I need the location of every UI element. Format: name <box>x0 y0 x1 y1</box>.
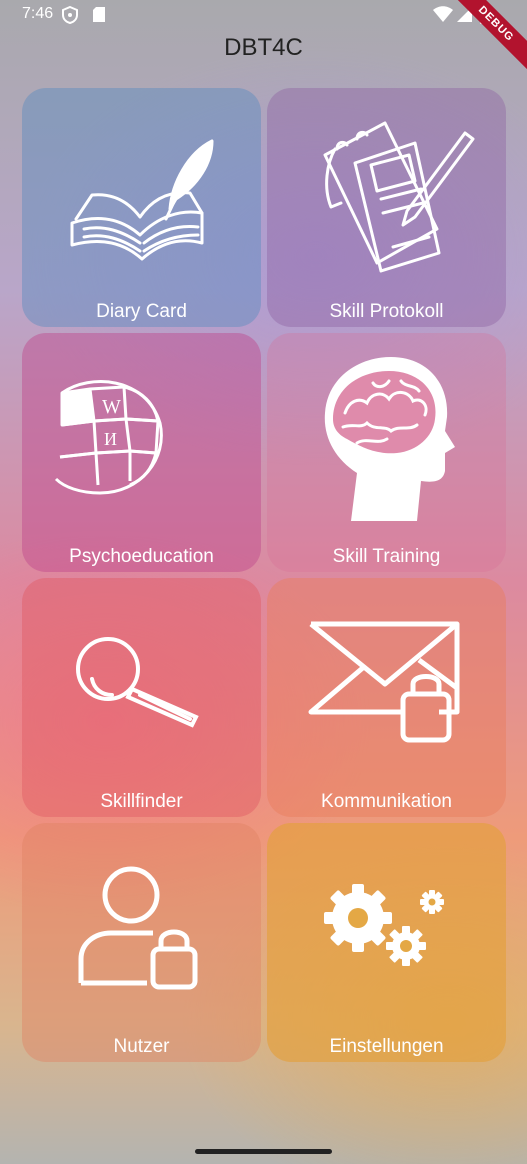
tile-skillfinder[interactable]: Skillfinder <box>22 578 261 817</box>
status-time: 7:46 <box>22 5 54 22</box>
tile-label: Nutzer <box>113 1036 170 1057</box>
magnifier-icon <box>22 578 261 788</box>
vpn-shield-icon <box>62 5 78 29</box>
tile-nutzer[interactable]: Nutzer <box>22 823 261 1062</box>
tile-label: Skillfinder <box>100 791 183 812</box>
svg-text:И: И <box>104 429 117 449</box>
tile-label: Skill Training <box>332 546 441 567</box>
tile-psychoeducation[interactable]: W И Psychoeducation <box>22 333 261 572</box>
sd-card-icon <box>92 6 106 28</box>
user-lock-icon <box>22 823 261 1033</box>
tile-einstellungen[interactable]: Einstellungen <box>267 823 506 1062</box>
status-bar: 7:46 <box>0 0 527 30</box>
gesture-nav-handle[interactable] <box>195 1149 332 1154</box>
notepad-pencil-icon <box>267 88 506 298</box>
tile-label: Kommunikation <box>321 791 452 812</box>
tile-skill-protokoll[interactable]: Skill Protokoll <box>267 88 506 327</box>
tile-skill-training[interactable]: Skill Training <box>267 333 506 572</box>
tile-label: Skill Protokoll <box>329 301 444 322</box>
menu-grid: Diary Card Skill Protokoll W И Psychoedu… <box>22 88 506 1062</box>
puzzle-globe-icon: W И <box>22 333 261 543</box>
page-title: DBT4C <box>224 34 303 61</box>
open-book-quill-icon <box>22 88 261 298</box>
svg-text:W: W <box>102 396 121 418</box>
tile-label: Einstellungen <box>329 1036 444 1057</box>
head-brain-icon <box>267 333 506 543</box>
tile-label: Diary Card <box>96 301 187 322</box>
gears-icon <box>267 823 506 1033</box>
tile-diary-card[interactable]: Diary Card <box>22 88 261 327</box>
envelope-lock-icon <box>267 578 506 788</box>
tile-kommunikation[interactable]: Kommunikation <box>267 578 506 817</box>
tile-label: Psychoeducation <box>69 546 214 567</box>
wifi-icon <box>433 6 453 28</box>
